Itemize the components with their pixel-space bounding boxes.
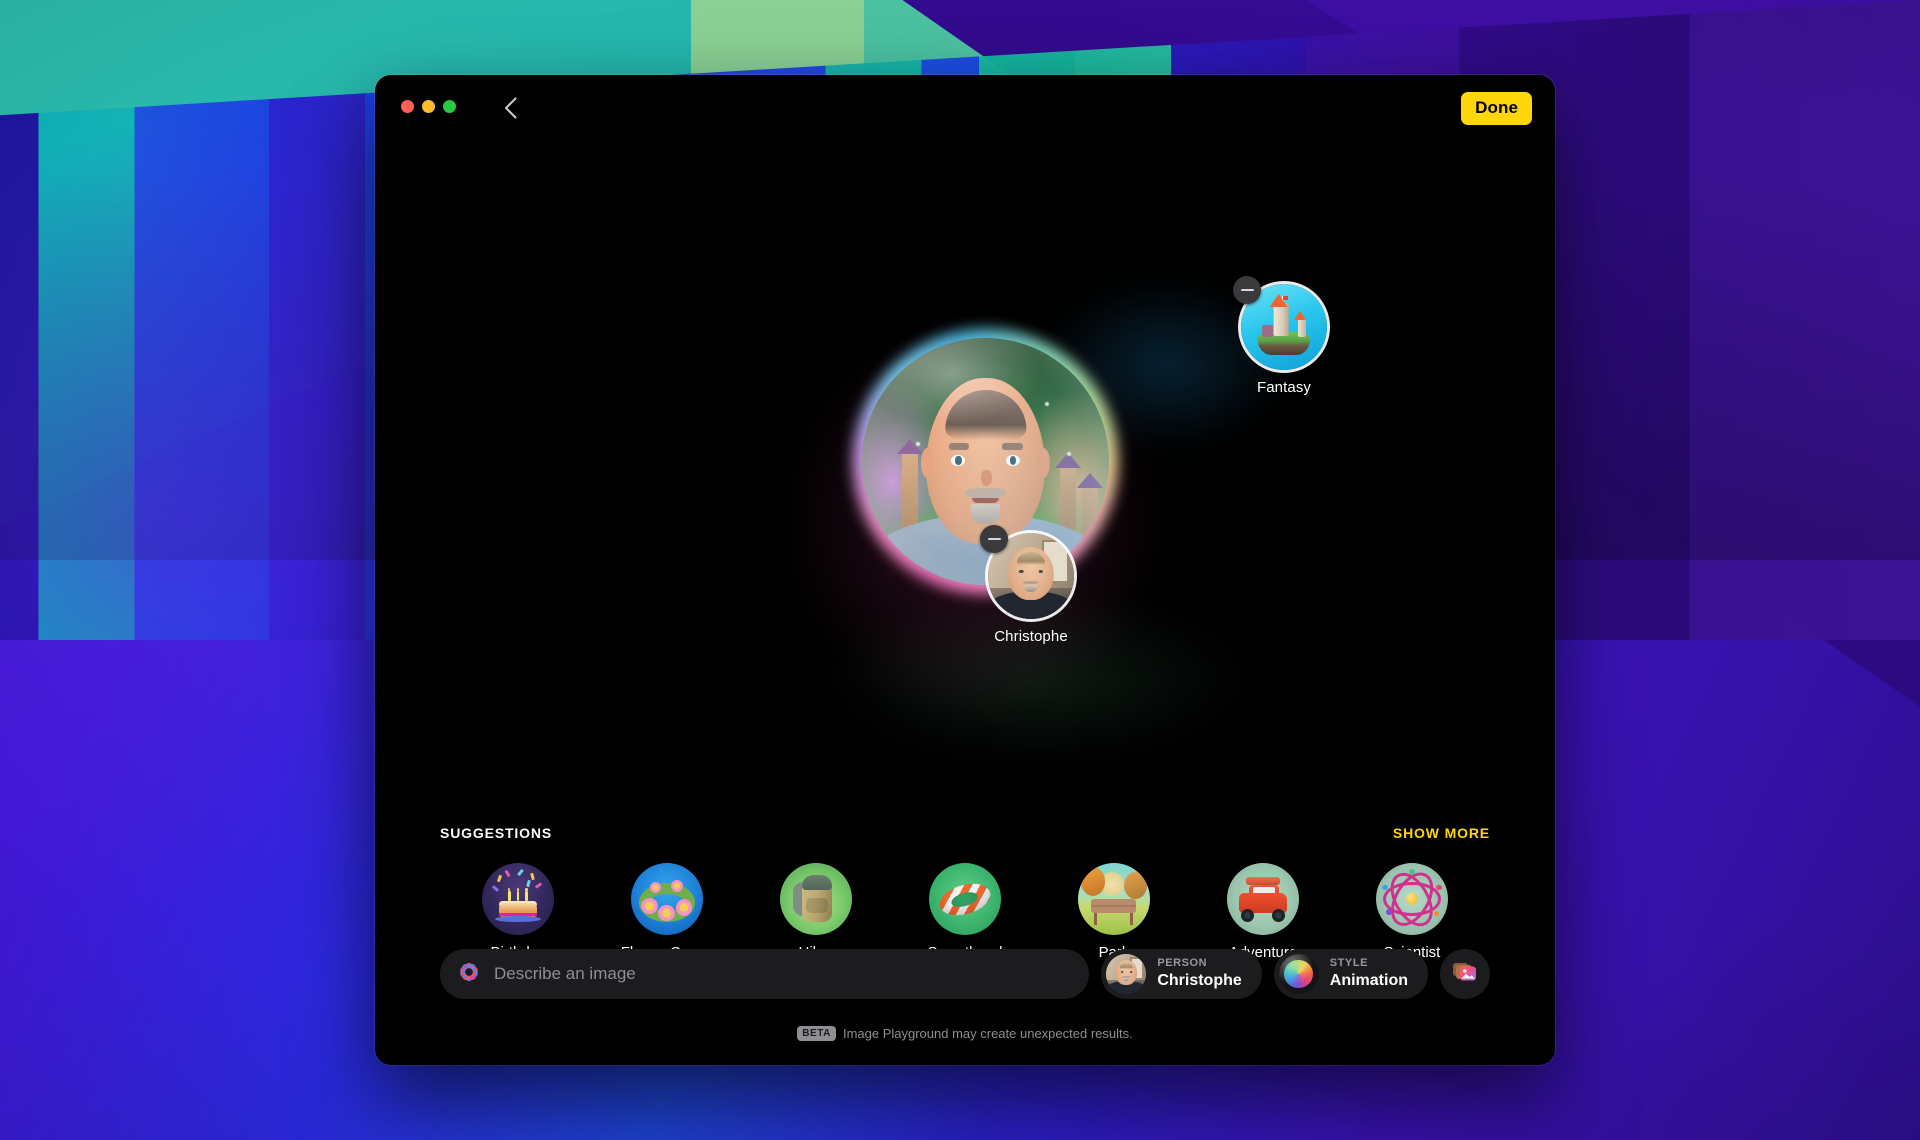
chevron-left-icon xyxy=(504,97,517,119)
style-pill-value: Animation xyxy=(1329,972,1408,990)
window-titlebar: Done xyxy=(375,75,1555,141)
style-pill[interactable]: STYLE Animation xyxy=(1273,949,1428,999)
atom-icon xyxy=(1376,863,1448,935)
person-pill[interactable]: PERSON Christophe xyxy=(1101,949,1262,999)
describe-image-field[interactable] xyxy=(440,949,1090,999)
suggestions-section: SUGGESTIONS SHOW MORE Adventure xyxy=(375,821,1555,961)
person-pill-value: Christophe xyxy=(1157,972,1242,990)
apple-intelligence-icon xyxy=(458,961,480,988)
describe-image-input[interactable] xyxy=(492,963,1072,985)
minimize-window-button[interactable] xyxy=(422,100,435,113)
close-window-button[interactable] xyxy=(401,100,414,113)
traffic-lights xyxy=(401,100,456,113)
concept-label: Fantasy xyxy=(1256,379,1312,396)
suggestions-title: SUGGESTIONS xyxy=(440,825,553,841)
minus-icon xyxy=(987,537,1001,541)
photo-library-icon xyxy=(1452,960,1478,989)
suggestion-flower-crown[interactable]: Flower Crown xyxy=(609,863,726,961)
suggestion-adventure[interactable]: Adventure xyxy=(1205,863,1322,961)
zoom-window-button[interactable] xyxy=(443,100,456,113)
image-canvas: Fantasy Christophe xyxy=(375,141,1555,821)
suggestion-scientist[interactable]: Scientist xyxy=(1354,863,1471,961)
choose-photo-button[interactable] xyxy=(1440,949,1490,999)
style-sphere-icon xyxy=(1278,954,1319,994)
disclaimer-text: Image Playground may create unexpected r… xyxy=(842,1025,1133,1041)
style-pill-kicker: STYLE xyxy=(1329,957,1368,970)
backpack-icon xyxy=(780,863,852,935)
concept-label: Christophe xyxy=(994,628,1068,645)
suggestion-birthday[interactable]: Birthday xyxy=(460,863,577,961)
concept-chip-fantasy[interactable]: Fantasy xyxy=(1233,276,1327,396)
minus-icon xyxy=(1240,288,1254,292)
flower-crown-icon xyxy=(631,863,703,935)
done-button[interactable]: Done xyxy=(1461,92,1532,125)
park-bench-icon xyxy=(1078,863,1150,935)
suggestions-row: Birthday Flower Crown xyxy=(375,863,1555,961)
remove-fantasy-button[interactable] xyxy=(1233,276,1261,304)
prompt-bar: PERSON Christophe STYLE Animation xyxy=(375,949,1555,999)
suggestion-sweatband[interactable]: Sweatband xyxy=(907,863,1024,961)
suggestions-header: SUGGESTIONS SHOW MORE xyxy=(375,821,1555,845)
beta-badge: BETA xyxy=(797,1025,836,1041)
suggestion-park[interactable]: Park xyxy=(1056,863,1173,961)
sweatband-icon xyxy=(929,863,1001,935)
concept-chip-christophe[interactable]: Christophe xyxy=(980,525,1074,645)
suggestion-hiker[interactable]: Hiker xyxy=(758,863,875,961)
remove-christophe-button[interactable] xyxy=(980,525,1008,553)
off-road-vehicle-icon xyxy=(1227,863,1299,935)
show-more-button[interactable]: SHOW MORE xyxy=(1393,825,1490,841)
beta-disclaimer: BETA Image Playground may create unexpec… xyxy=(375,1025,1555,1041)
person-pill-kicker: PERSON xyxy=(1157,957,1208,970)
image-playground-window: Done Fantasy Christophe SUGGESTIONS SHOW… xyxy=(375,75,1555,1065)
birthday-cake-icon xyxy=(482,863,554,935)
person-avatar xyxy=(1106,954,1147,994)
back-button[interactable] xyxy=(493,89,527,127)
